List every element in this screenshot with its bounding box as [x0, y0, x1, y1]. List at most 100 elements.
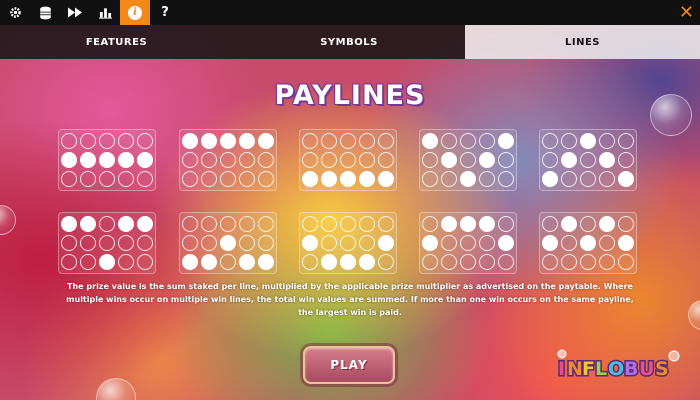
payline-9 [419, 212, 517, 274]
payline-cell [80, 235, 96, 251]
payline-cell [99, 133, 115, 149]
payline-cell [321, 133, 337, 149]
payline-cell [340, 235, 356, 251]
payline-cell [258, 235, 274, 251]
payline-cell [498, 254, 514, 270]
payline-cell [618, 133, 634, 149]
payline-cell [460, 152, 476, 168]
payline-cell [99, 235, 115, 251]
payline-cell [580, 171, 596, 187]
payline-cell [137, 133, 153, 149]
payline-cell-active [321, 254, 337, 270]
payline-cell [599, 133, 615, 149]
payline-5 [539, 129, 637, 191]
bubble-decoration [688, 300, 700, 330]
payline-cell [340, 133, 356, 149]
payline-cell-active [561, 152, 577, 168]
payline-cell-active [61, 216, 77, 232]
gear-icon[interactable] [0, 0, 30, 25]
payline-cell-active [580, 133, 596, 149]
payline-cell-active [61, 152, 77, 168]
tab-features[interactable]: FEATURES [0, 25, 233, 59]
payline-cell [258, 216, 274, 232]
payline-cell-active [80, 216, 96, 232]
payline-cell-active [441, 216, 457, 232]
bar-chart-icon[interactable] [90, 0, 120, 25]
page-title: PAYLINES [274, 80, 426, 111]
payline-cell [99, 216, 115, 232]
payline-cell-active [99, 254, 115, 270]
info-icon[interactable]: i [120, 0, 150, 25]
payline-cell-active [118, 216, 134, 232]
payline-cell-active [340, 254, 356, 270]
payline-cell-active [201, 133, 217, 149]
payline-cell [321, 152, 337, 168]
payline-cell [542, 216, 558, 232]
payline-cell [239, 216, 255, 232]
payline-cell [378, 152, 394, 168]
payline-cell [239, 171, 255, 187]
payline-cell [561, 254, 577, 270]
payline-cell-active [239, 254, 255, 270]
payline-cell-active [498, 133, 514, 149]
payline-cell-active [599, 152, 615, 168]
payline-cell [220, 171, 236, 187]
close-icon[interactable]: ✕ [679, 2, 694, 23]
payline-cell [359, 216, 375, 232]
payline-cell [302, 152, 318, 168]
payline-cell-active [359, 254, 375, 270]
payline-cell-active [422, 133, 438, 149]
payline-cell [201, 216, 217, 232]
payline-cell [340, 152, 356, 168]
coins-icon[interactable] [30, 0, 60, 25]
payline-cell [460, 235, 476, 251]
payline-cell [137, 171, 153, 187]
payline-cell-active [239, 133, 255, 149]
payline-cell-active [258, 133, 274, 149]
tab-symbols[interactable]: SYMBOLS [233, 25, 465, 59]
payline-cell-active [118, 152, 134, 168]
payline-6 [58, 212, 156, 274]
help-icon[interactable]: ? [150, 0, 180, 25]
payline-cell [441, 254, 457, 270]
payline-cell [220, 216, 236, 232]
payline-cell [340, 216, 356, 232]
payline-cell [498, 171, 514, 187]
payline-cell-active [378, 235, 394, 251]
svg-text:U: U [639, 358, 654, 380]
svg-text:L: L [595, 358, 607, 380]
payline-cell [460, 254, 476, 270]
payline-cell [618, 216, 634, 232]
payline-cell [441, 235, 457, 251]
fast-forward-icon[interactable] [60, 0, 90, 25]
payline-cell [118, 133, 134, 149]
payline-10 [539, 212, 637, 274]
svg-text:S: S [655, 358, 669, 380]
payline-cell [118, 235, 134, 251]
payline-cell [479, 133, 495, 149]
payline-description: The prize value is the sum staked per li… [66, 282, 634, 317]
payline-cell-active [479, 216, 495, 232]
play-button[interactable]: PLAY [303, 346, 395, 384]
payline-cell [61, 235, 77, 251]
payline-cell [61, 133, 77, 149]
payline-cell [599, 235, 615, 251]
svg-text:O: O [608, 358, 624, 380]
payline-cell [61, 171, 77, 187]
payline-4 [419, 129, 517, 191]
payline-cell [182, 235, 198, 251]
payline-cell [561, 171, 577, 187]
svg-text:B: B [624, 358, 638, 380]
payline-cell [182, 216, 198, 232]
tab-lines[interactable]: LINES [465, 25, 700, 59]
payline-cell-active [618, 235, 634, 251]
payline-cell [378, 216, 394, 232]
payline-cell-active [302, 235, 318, 251]
payline-cell [460, 133, 476, 149]
payline-cell [80, 133, 96, 149]
payline-cell-active [302, 171, 318, 187]
payline-cell-active [340, 171, 356, 187]
payline-cell-active [321, 171, 337, 187]
payline-cell [80, 171, 96, 187]
info-glyph: i [128, 5, 142, 20]
